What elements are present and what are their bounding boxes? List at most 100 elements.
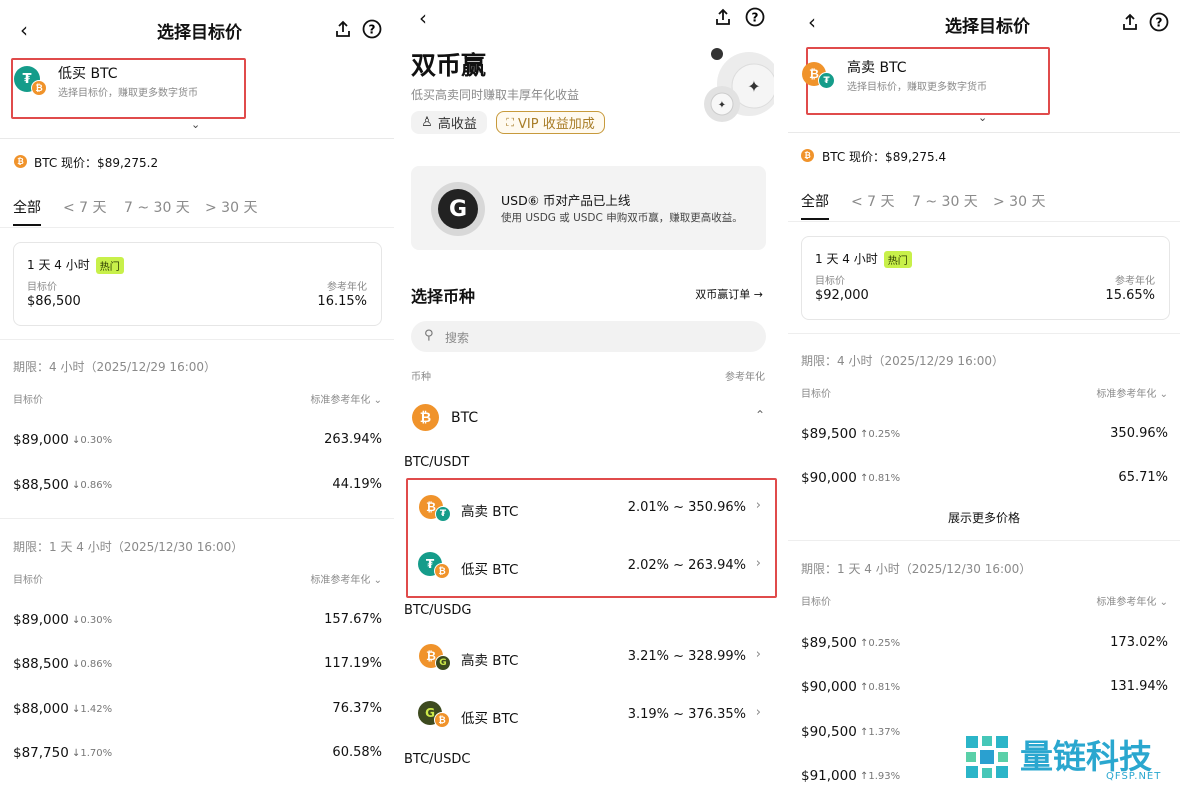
chevron-down-icon[interactable]: ⌄ <box>978 111 987 124</box>
svg-text:?: ? <box>752 11 759 25</box>
vip-boost-tag-text: VIP 收益加成 <box>518 117 595 132</box>
target-label: 目标价 <box>815 276 845 287</box>
share-icon[interactable] <box>1119 11 1141 33</box>
row-change: ↑0.25% <box>860 429 900 440</box>
back-arrow-icon[interactable]: ‹ <box>800 10 824 34</box>
apr-value: 15.65% <box>1105 288 1155 303</box>
divider <box>788 333 1180 334</box>
divider <box>0 339 394 340</box>
btc-coin-icon: ₿ <box>434 712 450 728</box>
row-price: $88,000 <box>13 701 69 717</box>
product-row-buy-low[interactable]: G ₿ 低买 BTC 3.19% ~ 376.35% › <box>407 691 775 741</box>
divider <box>788 540 1180 541</box>
card-duration-text: 1 天 4 小时 <box>815 252 878 266</box>
col-standard-apr[interactable]: 标准参考年化 ⌄ <box>310 391 382 406</box>
tab-all[interactable]: 全部 <box>13 197 41 217</box>
divider <box>0 138 394 139</box>
col-standard-apr-text: 标准参考年化 <box>310 395 371 406</box>
share-icon[interactable] <box>332 18 354 40</box>
apr-range: 3.19% ~ 376.35% <box>627 707 746 722</box>
search-input[interactable]: ⚲ 搜索 <box>411 321 766 352</box>
col-standard-apr[interactable]: 标准参考年化 ⌄ <box>1096 385 1168 400</box>
panel-buy-low-target: ‹ 选择目标价 ? ₮ ₿ 低买 BTC 选择目标价，赚取更多数字货币 ⌄ ₿ … <box>0 0 394 788</box>
tab-gt-30-days[interactable]: > 30 天 <box>993 191 1045 211</box>
period-label: 期限：4 小时（2025/12/29 16:00） <box>13 360 217 374</box>
coins-illustration: ✦ ✦ <box>694 46 781 126</box>
usdg-coin-icon: G <box>435 655 451 671</box>
panel-dual-currency: ‹ ? 双币赢 低买高卖同时赚取丰厚年化收益 ✦ ✦ ♙ 高收益 ⛶ VIP 收益加… <box>397 0 785 788</box>
row-apr: 131.94% <box>1110 679 1168 694</box>
tab-gt-30-days[interactable]: > 30 天 <box>205 197 257 217</box>
product-row-sell-high[interactable]: ₿ G 高卖 BTC 3.21% ~ 328.99% › <box>407 633 775 683</box>
product-name: 低买 BTC <box>461 562 519 578</box>
row-change-value: 0.81% <box>868 473 901 484</box>
col-standard-apr[interactable]: 标准参考年化 ⌄ <box>1096 593 1168 608</box>
product-row-sell-high[interactable]: ₿ ₮ 高卖 BTC 2.01% ~ 350.96% › <box>407 484 775 534</box>
select-coin-heading: 选择币种 <box>411 287 476 306</box>
tab-lt-7-days[interactable]: < 7 天 <box>851 191 895 211</box>
pair-group-label: BTC/USDG <box>404 603 472 618</box>
help-icon[interactable]: ? <box>1148 11 1170 33</box>
row-price: $90,500 <box>801 724 857 740</box>
promo-banner[interactable]: G USD⑥ 币对产品已上线 使用 USDG 或 USDC 申购双币赢，赚取更高… <box>411 166 766 250</box>
orders-link[interactable]: 双币赢订单 → <box>695 286 763 302</box>
recommended-card[interactable]: 1 天 4 小时 热门 目标价 $92,000 参考年化 15.65% <box>801 236 1170 320</box>
coin-row-btc[interactable]: ₿ BTC ⌃ <box>397 400 785 436</box>
row-apr: 350.96% <box>1110 426 1168 441</box>
row-price: $87,750 <box>13 745 69 761</box>
col-reference-apr: 参考年化 <box>725 372 765 383</box>
row-apr: 65.71% <box>1118 470 1168 485</box>
row-price: $91,000 <box>801 768 857 784</box>
help-icon[interactable]: ? <box>744 6 766 28</box>
row-change: ↑0.81% <box>860 682 900 693</box>
row-price: $90,000 <box>801 470 857 486</box>
row-change: ↓0.30% <box>72 615 112 626</box>
chevron-down-icon[interactable]: ⌄ <box>191 118 200 131</box>
btc-coin-icon: ₿ <box>412 404 439 431</box>
hot-badge: 热门 <box>883 251 912 268</box>
watermark: 量链科技 QFSP.NET <box>960 728 1180 788</box>
banner-description: 使用 USDG 或 USDC 申购双币赢，赚取更高收益。 <box>501 212 743 224</box>
arrow-right-icon: → <box>753 288 763 301</box>
search-placeholder: 搜索 <box>445 331 470 345</box>
share-icon[interactable] <box>712 6 734 28</box>
product-name: 高卖 BTC <box>847 60 907 76</box>
tab-all[interactable]: 全部 <box>801 191 829 211</box>
row-change: ↓0.86% <box>72 480 112 491</box>
row-change: ↑0.81% <box>860 473 900 484</box>
back-arrow-icon[interactable]: ‹ <box>12 18 36 42</box>
orders-link-text: 双币赢订单 <box>695 288 751 301</box>
chevron-right-icon: › <box>755 647 761 662</box>
back-arrow-icon[interactable]: ‹ <box>411 6 435 30</box>
help-icon[interactable]: ? <box>361 18 383 40</box>
recommended-card[interactable]: 1 天 4 小时 热门 目标价 $86,500 参考年化 16.15% <box>13 242 382 326</box>
high-yield-tag-text: 高收益 <box>437 117 477 132</box>
col-standard-apr-text: 标准参考年化 <box>310 575 371 586</box>
row-change-value: 1.42% <box>80 704 113 715</box>
hot-badge: 热门 <box>95 257 124 274</box>
col-target-price: 目标价 <box>801 389 831 400</box>
show-more-prices-button[interactable]: 展示更多价格 <box>788 509 1180 526</box>
watermark-site: QFSP.NET <box>1106 771 1162 782</box>
page-title: 选择目标价 <box>157 23 242 43</box>
vip-icon: ⛶ <box>506 115 514 129</box>
row-change: ↑1.93% <box>860 771 900 782</box>
chevron-right-icon: › <box>755 556 761 571</box>
btc-coin-icon: ₿ <box>31 80 47 96</box>
row-apr: 44.19% <box>332 477 382 492</box>
vip-boost-tag[interactable]: ⛶ VIP 收益加成 <box>496 111 605 134</box>
product-description: 选择目标价，赚取更多数字货币 <box>847 82 987 93</box>
tab-lt-7-days[interactable]: < 7 天 <box>63 197 107 217</box>
chevron-right-icon: › <box>755 498 761 513</box>
page-title: 选择目标价 <box>945 17 1030 37</box>
product-row-buy-low[interactable]: ₮ ₿ 低买 BTC 2.02% ~ 263.94% › <box>407 542 775 592</box>
col-target-price: 目标价 <box>13 395 43 406</box>
tab-7-30-days[interactable]: 7 ~ 30 天 <box>124 197 190 217</box>
tab-7-30-days[interactable]: 7 ~ 30 天 <box>912 191 978 211</box>
row-price: $89,000 <box>13 612 69 628</box>
col-standard-apr[interactable]: 标准参考年化 ⌄ <box>310 571 382 586</box>
col-target-price: 目标价 <box>801 597 831 608</box>
row-change: ↓1.42% <box>72 704 112 715</box>
chevron-up-icon[interactable]: ⌃ <box>755 408 765 422</box>
col-standard-apr-text: 标准参考年化 <box>1096 389 1157 400</box>
